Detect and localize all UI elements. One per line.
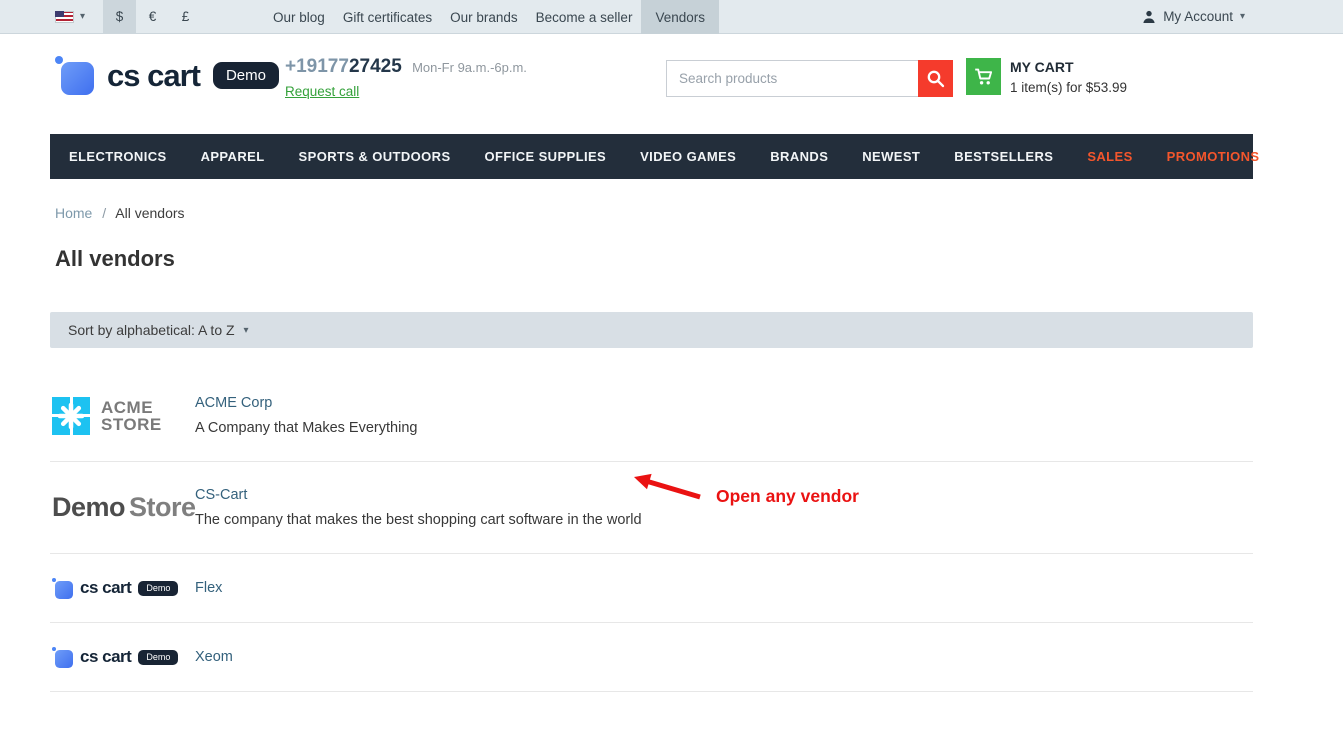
chevron-down-icon: ▾	[244, 325, 249, 336]
cs-cart-demo-logo: cs cart Demo	[52, 578, 195, 599]
nav-video-games[interactable]: VIDEO GAMES	[623, 134, 753, 179]
currency-gbp[interactable]: £	[169, 0, 202, 34]
acme-store-logo: ACME STORE	[52, 397, 195, 435]
vendor-logo: cs cart Demo	[50, 647, 195, 668]
demo-store-wordmark: DemoStore	[52, 492, 196, 522]
my-account-label: My Account	[1163, 9, 1233, 24]
nav-newest[interactable]: NEWEST	[845, 134, 937, 179]
vendor-row-xeom[interactable]: cs cart Demo Xeom	[50, 623, 1253, 692]
chevron-down-icon: ▾	[80, 11, 85, 22]
vendor-name-link[interactable]: CS-Cart	[195, 487, 642, 503]
sort-label: Sort by alphabetical: A to Z	[68, 322, 235, 338]
my-account-menu[interactable]: My Account ▾	[1142, 0, 1245, 33]
us-flag-icon	[55, 11, 74, 23]
cs-cart-logo-icon	[52, 578, 73, 599]
locale-currency-group: ▾ $ € £	[55, 0, 202, 33]
vendor-logo: cs cart Demo	[50, 578, 195, 599]
mini-cart[interactable]: MY CART 1 item(s) for $53.99	[966, 58, 1127, 95]
nav-apparel[interactable]: APPAREL	[184, 134, 282, 179]
breadcrumb-separator: /	[102, 205, 106, 221]
cart-summary: 1 item(s) for $53.99	[1010, 80, 1127, 95]
cs-cart-logo-icon	[52, 647, 73, 668]
top-link-become-a-seller[interactable]: Become a seller	[527, 0, 642, 34]
request-call-link[interactable]: Request call	[285, 84, 359, 99]
vendor-logo: ACME STORE	[50, 397, 195, 435]
breadcrumb-home-link[interactable]: Home	[55, 205, 92, 221]
top-bar: ▾ $ € £ Our blog Gift certificates Our b…	[0, 0, 1343, 34]
cs-cart-demo-logo: cs cart Demo	[52, 647, 195, 668]
vendor-description: The company that makes the best shopping…	[195, 512, 642, 528]
currency-usd[interactable]: $	[103, 0, 136, 34]
acme-star-icon	[52, 397, 90, 435]
phone-block: +1917727425 Mon-Fr 9a.m.-6p.m. Request c…	[285, 56, 527, 101]
vendor-logo: DemoStore	[50, 492, 195, 523]
phone-number: +1917727425 Mon-Fr 9a.m.-6p.m.	[285, 56, 527, 78]
top-link-our-brands[interactable]: Our brands	[441, 0, 527, 34]
nav-electronics[interactable]: ELECTRONICS	[52, 134, 184, 179]
currency-eur[interactable]: €	[136, 0, 169, 34]
acme-store-wordmark: ACME STORE	[101, 399, 162, 433]
phone-prefix: +19177	[285, 56, 349, 77]
vendor-row-acme-corp[interactable]: ACME STORE ACME Corp A Company that Make…	[50, 370, 1253, 462]
vendor-row-flex[interactable]: cs cart Demo Flex	[50, 554, 1253, 623]
page-title: All vendors	[50, 246, 1253, 272]
cart-button[interactable]	[966, 58, 1001, 95]
vendor-name-link[interactable]: ACME Corp	[195, 395, 417, 411]
vendor-info: Flex	[195, 580, 222, 596]
search-block	[666, 60, 953, 97]
breadcrumb-current: All vendors	[115, 205, 184, 221]
vendor-row-cs-cart[interactable]: DemoStore CS-Cart The company that makes…	[50, 462, 1253, 554]
user-icon	[1142, 10, 1156, 24]
breadcrumb: Home / All vendors	[50, 205, 1253, 221]
sort-dropdown[interactable]: Sort by alphabetical: A to Z ▾	[50, 312, 1253, 348]
search-input[interactable]	[666, 60, 918, 97]
store-logo[interactable]: cs cart Demo	[55, 56, 279, 95]
vendor-info: ACME Corp A Company that Makes Everythin…	[195, 395, 417, 436]
chevron-down-icon: ▾	[1240, 11, 1245, 22]
logo-text: cs cart	[107, 58, 200, 94]
phone-main: 27425	[349, 56, 402, 77]
nav-office-supplies[interactable]: OFFICE SUPPLIES	[468, 134, 624, 179]
vendor-name-link[interactable]: Xeom	[195, 649, 233, 665]
top-links: Our blog Gift certificates Our brands Be…	[264, 0, 719, 34]
vendor-info: Xeom	[195, 649, 233, 665]
vendor-list: ACME STORE ACME Corp A Company that Make…	[50, 370, 1253, 692]
cart-title: MY CART	[1010, 59, 1127, 75]
nav-promotions[interactable]: PROMOTIONS	[1150, 134, 1277, 179]
nav-sales[interactable]: SALES	[1070, 134, 1149, 179]
working-hours: Mon-Fr 9a.m.-6p.m.	[412, 60, 527, 75]
site-header: cs cart Demo +1917727425 Mon-Fr 9a.m.-6p…	[0, 34, 1343, 134]
nav-brands[interactable]: BRANDS	[753, 134, 845, 179]
logo-demo-badge: Demo	[213, 62, 279, 89]
vendor-description: A Company that Makes Everything	[195, 420, 417, 436]
main-content: Home / All vendors All vendors Sort by a…	[50, 205, 1253, 692]
nav-sports-outdoors[interactable]: SPORTS & OUTDOORS	[282, 134, 468, 179]
cart-info: MY CART 1 item(s) for $53.99	[1010, 58, 1127, 95]
search-button[interactable]	[918, 60, 953, 97]
logo-demo-badge: Demo	[138, 581, 178, 596]
search-icon	[926, 69, 945, 88]
top-link-our-blog[interactable]: Our blog	[264, 0, 334, 34]
top-link-vendors[interactable]: Vendors	[641, 0, 719, 34]
vendor-info: CS-Cart The company that makes the best …	[195, 487, 642, 528]
language-selector[interactable]: ▾	[55, 11, 85, 23]
top-link-gift-certificates[interactable]: Gift certificates	[334, 0, 441, 34]
currency-switcher: $ € £	[103, 0, 202, 34]
main-nav: ELECTRONICS APPAREL SPORTS & OUTDOORS OF…	[50, 134, 1253, 179]
logo-demo-badge: Demo	[138, 650, 178, 665]
cs-cart-logo-icon	[55, 56, 94, 95]
nav-bestsellers[interactable]: BESTSELLERS	[937, 134, 1070, 179]
cart-icon	[974, 68, 993, 86]
vendor-name-link[interactable]: Flex	[195, 580, 222, 596]
